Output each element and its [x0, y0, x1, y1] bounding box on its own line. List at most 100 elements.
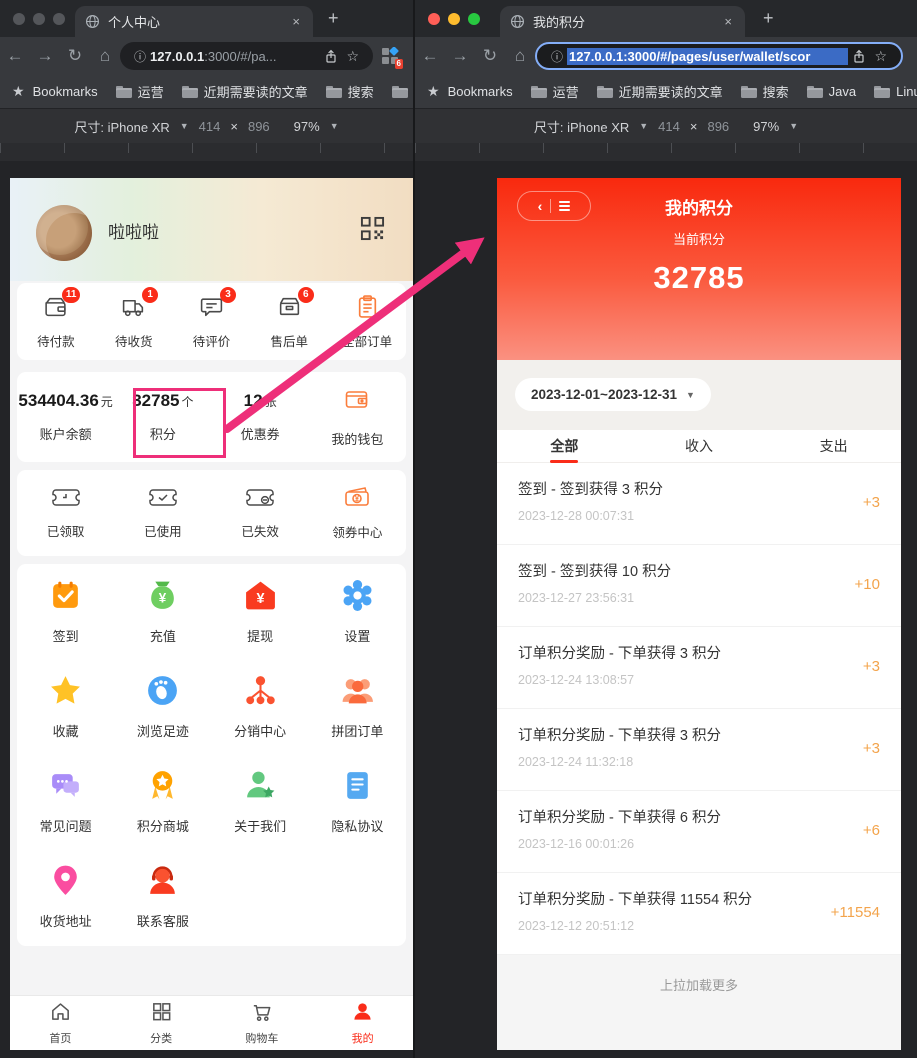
transaction-row[interactable]: 签到 - 签到获得 3 积分 2023-12-28 00:07:31 +3 — [497, 463, 901, 545]
grid-item-faq[interactable]: 常见问题 — [17, 768, 114, 863]
zoom-window-button[interactable] — [53, 13, 65, 25]
reload-icon[interactable]: ↻ — [60, 46, 90, 66]
grid-item-points-mall[interactable]: 积分商城 — [114, 768, 211, 863]
tab-mine[interactable]: 我的 — [312, 1000, 413, 1046]
transaction-row[interactable]: 订单积分奖励 - 下单获得 6 积分 2023-12-16 00:01:26 +… — [497, 791, 901, 873]
new-tab-button[interactable]: + — [763, 8, 774, 28]
close-window-button[interactable] — [428, 13, 440, 25]
device-size-label[interactable]: 尺寸: iPhone XR — [534, 117, 629, 136]
device-height[interactable]: 896 — [248, 119, 270, 134]
stat-wallet[interactable]: 我的钱包 — [309, 387, 406, 448]
bookmark-folder[interactable]: 搜索 — [326, 82, 374, 101]
extension-icon[interactable]: 6 — [381, 47, 399, 65]
qr-code-icon[interactable] — [360, 216, 385, 241]
date-range-picker[interactable]: 2023-12-01~2023-12-31 ▼ — [515, 378, 711, 411]
bookmark-folder[interactable]: 运营 — [116, 82, 164, 101]
chevron-down-icon: ▼ — [686, 390, 695, 400]
categories-tab-icon — [150, 1000, 173, 1023]
forward-icon[interactable]: → — [445, 46, 475, 66]
stat-coupons[interactable]: 12张 优惠券 — [212, 391, 309, 443]
grid-item-signin[interactable]: 签到 — [17, 578, 114, 673]
grid-item-history[interactable]: 浏览足迹 — [114, 673, 211, 768]
coupon-center[interactable]: ¥ 领券中心 — [309, 485, 406, 541]
device-height[interactable]: 896 — [707, 119, 729, 134]
share-icon[interactable] — [852, 49, 866, 64]
grid-item-group-orders[interactable]: 拼团订单 — [309, 673, 406, 768]
tab-all[interactable]: 全部 — [497, 430, 632, 462]
badge-count: 1 — [142, 287, 158, 303]
grid-item-customer-service[interactable]: 联系客服 — [114, 863, 211, 958]
tab-home[interactable]: 首页 — [10, 1000, 111, 1046]
transaction-row[interactable]: 签到 - 签到获得 10 积分 2023-12-27 23:56:31 +10 — [497, 545, 901, 627]
bookmark-folder[interactable]: 运营 — [531, 82, 579, 101]
transaction-row[interactable]: 订单积分奖励 - 下单获得 3 积分 2023-12-24 13:08:57 +… — [497, 627, 901, 709]
browser-tab[interactable]: 个人中心 × — [75, 6, 313, 37]
zoom-window-button[interactable] — [468, 13, 480, 25]
order-item-pending-payment[interactable]: 11 待付款 — [17, 294, 95, 350]
tab-categories[interactable]: 分类 — [111, 1000, 212, 1046]
address-bar[interactable]: ⓘ 127.0.0.1:3000/#/pages/user/wallet/sco… — [535, 42, 903, 70]
grid-item-label: 分销中心 — [212, 721, 309, 740]
tab-income[interactable]: 收入 — [632, 430, 767, 462]
close-tab-icon[interactable]: × — [721, 14, 735, 29]
device-size-label[interactable]: 尺寸: iPhone XR — [74, 117, 169, 136]
tab-expense[interactable]: 支出 — [766, 430, 901, 462]
stat-balance[interactable]: 534404.36元 账户余额 — [17, 391, 114, 443]
bookmark-star-icon[interactable]: ☆ — [874, 48, 887, 65]
grid-item-settings[interactable]: 设置 — [309, 578, 406, 673]
close-window-button[interactable] — [13, 13, 25, 25]
address-bar[interactable]: ⓘ 127.0.0.1 :3000/#/pa... ☆ — [120, 42, 373, 70]
back-icon[interactable]: ← — [0, 46, 30, 66]
coupon-expired[interactable]: 已失效 — [212, 486, 309, 540]
order-item-pending-receipt[interactable]: 1 待收货 — [95, 294, 173, 350]
info-icon[interactable]: ⓘ — [134, 48, 146, 65]
bookmark-folder[interactable]: 搜索 — [741, 82, 789, 101]
info-icon[interactable]: ⓘ — [551, 48, 563, 65]
grid-item-privacy[interactable]: 隐私协议 — [309, 768, 406, 863]
avatar[interactable] — [36, 205, 92, 261]
home-icon[interactable]: ⌂ — [505, 46, 535, 66]
device-zoom[interactable]: 97% — [294, 119, 320, 134]
back-icon[interactable]: ← — [415, 46, 445, 66]
bookmark-folder[interactable]: Java — [392, 84, 413, 99]
share-icon[interactable] — [324, 49, 338, 64]
browser-tab[interactable]: 我的积分 × — [500, 6, 745, 37]
new-tab-button[interactable]: + — [328, 8, 339, 28]
minimize-window-button[interactable] — [448, 13, 460, 25]
order-item-pending-review[interactable]: 3 待评价 — [173, 294, 251, 350]
order-item-aftersale[interactable]: 6 售后单 — [250, 294, 328, 350]
transaction-row[interactable]: 订单积分奖励 - 下单获得 11554 积分 2023-12-12 20:51:… — [497, 873, 901, 955]
bookmark-folder[interactable]: 近期需要读的文章 — [597, 82, 723, 101]
bookmark-folder[interactable]: Linux — [874, 84, 917, 99]
bookmark-folder[interactable]: Java — [807, 84, 856, 99]
grid-item-address[interactable]: 收货地址 — [17, 863, 114, 958]
account-stats-card: 534404.36元 账户余额 32785个 积分 12张 优惠券 我的钱包 — [17, 372, 406, 462]
close-tab-icon[interactable]: × — [289, 14, 303, 29]
device-zoom[interactable]: 97% — [753, 119, 779, 134]
minimize-window-button[interactable] — [33, 13, 45, 25]
transaction-title: 签到 - 签到获得 3 积分 — [518, 478, 663, 499]
tab-cart[interactable]: 购物车 — [212, 1000, 313, 1046]
bookmark-folder[interactable]: 近期需要读的文章 — [182, 82, 308, 101]
forward-icon[interactable]: → — [30, 46, 60, 66]
bookmarks-star-icon: ★ — [427, 83, 440, 100]
reload-icon[interactable]: ↻ — [475, 46, 505, 66]
group-people-icon — [340, 673, 375, 708]
load-more-text[interactable]: 上拉加载更多 — [497, 955, 901, 1050]
transaction-row[interactable]: 订单积分奖励 - 下单获得 3 积分 2023-12-24 11:32:18 +… — [497, 709, 901, 791]
bookmarks-label[interactable]: Bookmarks — [448, 84, 513, 99]
grid-item-withdraw[interactable]: ¥ 提现 — [212, 578, 309, 673]
grid-item-recharge[interactable]: ¥ 充值 — [114, 578, 211, 673]
device-width[interactable]: 414 — [199, 119, 221, 134]
device-width[interactable]: 414 — [658, 119, 680, 134]
grid-item-distribution[interactable]: 分销中心 — [212, 673, 309, 768]
coupon-used[interactable]: 已使用 — [114, 486, 211, 540]
bookmark-star-icon[interactable]: ☆ — [346, 48, 359, 65]
order-item-all-orders[interactable]: 全部订单 — [328, 294, 406, 350]
grid-item-favorites[interactable]: 收藏 — [17, 673, 114, 768]
bookmarks-label[interactable]: Bookmarks — [33, 84, 98, 99]
coupon-received[interactable]: 已领取 — [17, 486, 114, 540]
stat-points[interactable]: 32785个 积分 — [114, 391, 211, 443]
home-icon[interactable]: ⌂ — [90, 46, 120, 66]
grid-item-about-us[interactable]: 关于我们 — [212, 768, 309, 863]
